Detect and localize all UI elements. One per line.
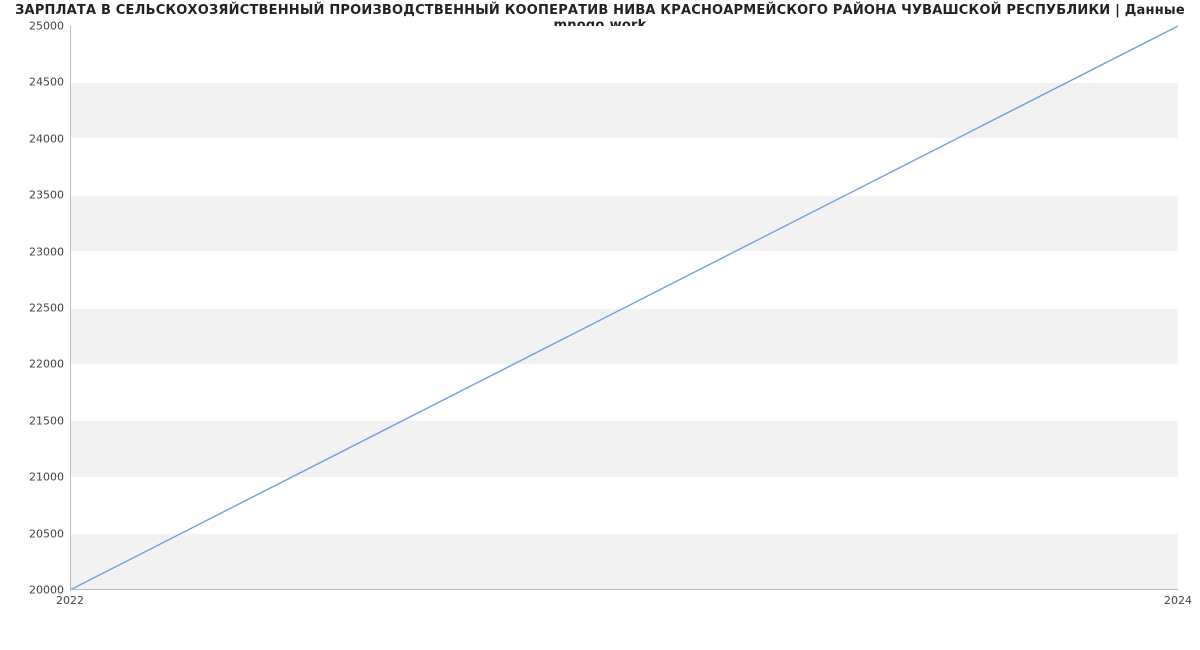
y-tick-label: 20500: [4, 527, 64, 540]
y-tick-label: 23000: [4, 245, 64, 258]
x-tick-label: 2022: [56, 594, 84, 607]
x-tick-label: 2024: [1164, 594, 1192, 607]
y-tick-label: 24000: [4, 132, 64, 145]
y-tick-label: 23500: [4, 189, 64, 202]
axis-y-spine: [70, 26, 71, 590]
y-tick-label: 21000: [4, 471, 64, 484]
salary-line: [70, 26, 1178, 590]
axis-x-spine: [70, 589, 1178, 590]
chart-container: ЗАРПЛАТА В СЕЛЬСКОХОЗЯЙСТВЕННЫЙ ПРОИЗВОД…: [0, 0, 1200, 650]
y-tick-label: 22500: [4, 302, 64, 315]
y-tick-label: 20000: [4, 584, 64, 597]
y-tick-label: 25000: [4, 20, 64, 33]
y-tick-label: 21500: [4, 414, 64, 427]
plot-area: [70, 26, 1178, 590]
y-tick-label: 22000: [4, 358, 64, 371]
line-layer: [70, 26, 1178, 590]
y-tick-label: 24500: [4, 76, 64, 89]
